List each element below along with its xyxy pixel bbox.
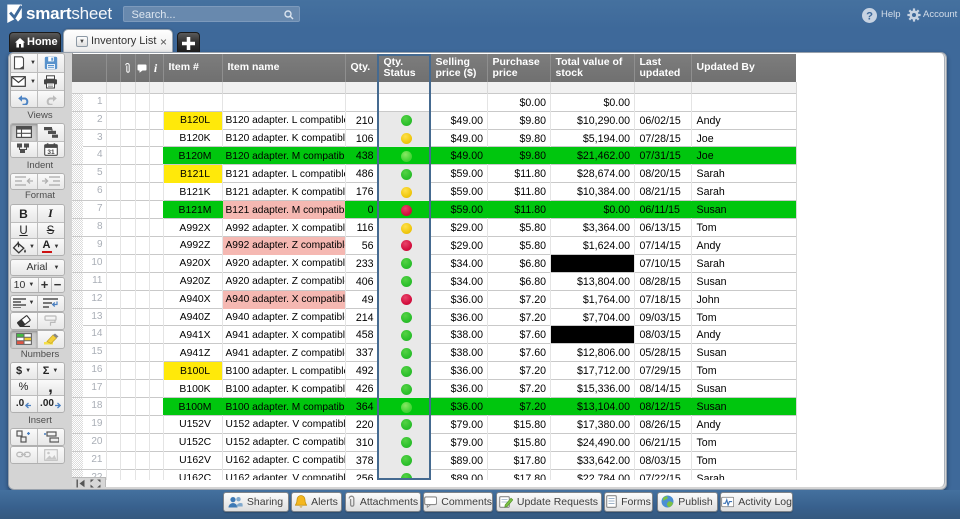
svg-text:?: ? — [866, 10, 873, 22]
svg-text:31: 31 — [47, 148, 55, 155]
